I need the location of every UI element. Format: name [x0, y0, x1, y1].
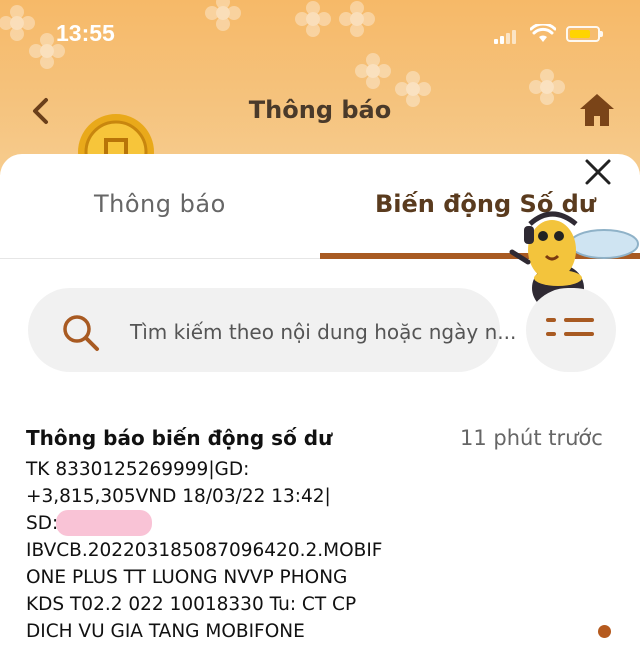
- redacted-balance: [56, 510, 152, 536]
- tab-notifications[interactable]: Thông báo: [94, 190, 226, 218]
- search-placeholder: Tìm kiếm theo nội dung hoặc ngày n...: [130, 320, 517, 344]
- wifi-icon: [530, 24, 556, 42]
- flower-decoration: [340, 2, 374, 36]
- close-icon[interactable]: [584, 158, 612, 186]
- app-header: 13:55 Thông báo: [0, 0, 640, 175]
- flower-decoration: [356, 54, 390, 88]
- flower-decoration: [296, 2, 330, 36]
- notification-title[interactable]: Thông báo biến động số dư: [26, 426, 332, 450]
- battery-icon: [566, 26, 603, 42]
- unread-indicator: [598, 625, 611, 638]
- home-icon[interactable]: [578, 92, 616, 128]
- filter-icon: [546, 318, 594, 336]
- page-title: Thông báo: [248, 96, 392, 124]
- flower-decoration: [206, 0, 240, 30]
- search-icon: [63, 315, 99, 351]
- notification-timestamp: 11 phút trước: [460, 426, 603, 450]
- cellular-signal-icon: [494, 30, 518, 44]
- status-time: 13:55: [56, 20, 115, 46]
- flower-decoration: [0, 6, 34, 40]
- notification-body[interactable]: TK 8330125269999|GD: +3,815,305VND 18/03…: [26, 456, 446, 645]
